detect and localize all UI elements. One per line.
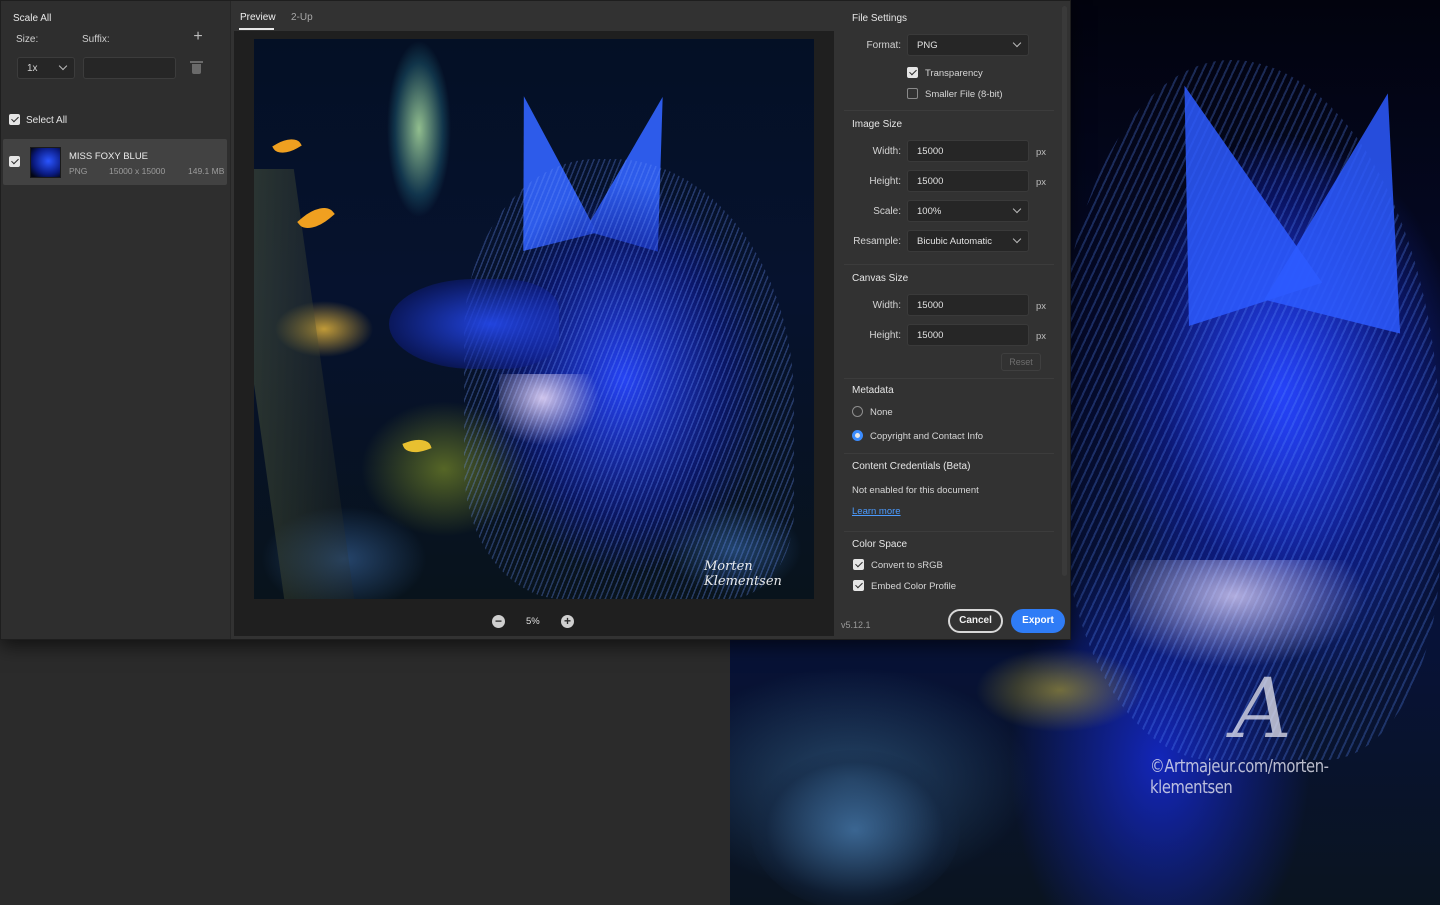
asset-panel: Scale All Size: Suffix: + 1x Select All … bbox=[1, 1, 231, 639]
smaller-file-label: Smaller File (8-bit) bbox=[925, 89, 1003, 100]
divider bbox=[844, 378, 1054, 379]
divider bbox=[844, 453, 1054, 454]
resample-select[interactable]: Bicubic Automatic bbox=[907, 230, 1029, 252]
zoom-in-icon[interactable]: + bbox=[561, 615, 574, 628]
color-space-title: Color Space bbox=[852, 539, 908, 550]
suffix-input[interactable] bbox=[83, 57, 176, 79]
scale-all-title: Scale All bbox=[13, 13, 52, 24]
settings-scrollbar[interactable] bbox=[1062, 6, 1067, 576]
embed-profile-checkbox[interactable] bbox=[853, 580, 864, 591]
preview-area: Morten Klementsen bbox=[234, 31, 834, 636]
convert-srgb-label: Convert to sRGB bbox=[871, 560, 943, 571]
scale-value: 100% bbox=[917, 206, 942, 217]
asset-file-size: 149.1 MB bbox=[188, 166, 225, 176]
chevron-down-icon bbox=[1012, 38, 1022, 48]
scale-select[interactable]: 100% bbox=[907, 200, 1029, 222]
settings-panel: File Settings Format: PNG Transparency S… bbox=[839, 1, 1061, 606]
metadata-title: Metadata bbox=[852, 385, 894, 396]
resample-label: Resample: bbox=[853, 236, 901, 247]
select-all-label: Select All bbox=[26, 115, 68, 126]
scale-label: Scale: bbox=[873, 206, 901, 217]
image-height-label: Height: bbox=[869, 176, 901, 187]
image-height-unit: px bbox=[1036, 177, 1047, 188]
divider bbox=[844, 110, 1054, 111]
format-select[interactable]: PNG bbox=[907, 34, 1029, 56]
resample-value: Bicubic Automatic bbox=[917, 236, 992, 247]
file-settings-title: File Settings bbox=[852, 13, 908, 24]
canvas-height-label: Height: bbox=[869, 330, 901, 341]
chevron-down-icon bbox=[1012, 204, 1022, 214]
zoom-controls: − 5% + bbox=[234, 611, 834, 633]
transparency-checkbox[interactable] bbox=[907, 67, 918, 78]
size-select[interactable]: 1x bbox=[17, 57, 75, 79]
image-height-input[interactable]: 15000 bbox=[907, 170, 1029, 192]
zoom-out-icon[interactable]: − bbox=[492, 615, 505, 628]
artmajeur-logo: A bbox=[1232, 662, 1292, 757]
active-tab-indicator bbox=[239, 28, 274, 30]
size-select-value: 1x bbox=[27, 63, 38, 74]
canvas-width-unit: px bbox=[1036, 301, 1047, 312]
canvas-width-label: Width: bbox=[872, 300, 901, 311]
content-credentials-status: Not enabled for this document bbox=[852, 485, 979, 496]
embed-profile-label: Embed Color Profile bbox=[871, 581, 957, 592]
asset-checkbox[interactable] bbox=[9, 156, 20, 167]
suffix-label: Suffix: bbox=[82, 34, 110, 45]
asset-dimensions: 15000 x 15000 bbox=[109, 166, 166, 176]
size-label: Size: bbox=[16, 34, 39, 45]
transparency-label: Transparency bbox=[925, 68, 983, 79]
chevron-down-icon bbox=[1012, 234, 1022, 244]
asset-format: PNG bbox=[69, 166, 88, 176]
preview-fox-chest bbox=[499, 374, 609, 454]
version-label: v5.12.1 bbox=[841, 620, 871, 630]
metadata-copyright-radio[interactable] bbox=[852, 430, 863, 441]
trash-icon[interactable] bbox=[190, 61, 203, 74]
canvas-width-input[interactable]: 15000 bbox=[907, 294, 1029, 316]
divider bbox=[844, 531, 1054, 532]
divider bbox=[844, 264, 1054, 265]
preview-leaf bbox=[297, 200, 335, 236]
zoom-level: 5% bbox=[526, 616, 540, 627]
export-dialog: Scale All Size: Suffix: + 1x Select All … bbox=[0, 0, 1071, 640]
image-width-label: Width: bbox=[872, 146, 901, 157]
artist-signature: Morten Klementsen bbox=[704, 559, 782, 589]
format-value: PNG bbox=[917, 40, 938, 51]
canvas-height-unit: px bbox=[1036, 331, 1047, 342]
smaller-file-checkbox[interactable] bbox=[907, 88, 918, 99]
add-scale-button[interactable]: + bbox=[190, 29, 206, 45]
cancel-button[interactable]: Cancel bbox=[948, 609, 1003, 633]
chevron-down-icon bbox=[58, 61, 68, 71]
asset-row[interactable]: MISS FOXY BLUE PNG 15000 x 15000 149.1 M… bbox=[3, 139, 227, 185]
image-width-input[interactable]: 15000 bbox=[907, 140, 1029, 162]
metadata-copyright-label: Copyright and Contact Info bbox=[870, 431, 984, 442]
tab-preview[interactable]: Preview bbox=[240, 12, 276, 23]
learn-more-link[interactable]: Learn more bbox=[852, 506, 901, 517]
tab-2-up[interactable]: 2-Up bbox=[291, 12, 313, 23]
image-size-title: Image Size bbox=[852, 119, 903, 130]
preview-leaf bbox=[272, 133, 302, 159]
content-credentials-title: Content Credentials (Beta) bbox=[852, 461, 971, 472]
canvas-size-title: Canvas Size bbox=[852, 273, 909, 284]
convert-srgb-checkbox[interactable] bbox=[853, 559, 864, 570]
asset-thumbnail bbox=[30, 147, 61, 178]
reset-button[interactable]: Reset bbox=[1001, 353, 1041, 371]
format-label: Format: bbox=[866, 40, 901, 51]
asset-name: MISS FOXY BLUE bbox=[69, 151, 149, 162]
preview-fox-snout bbox=[389, 279, 559, 369]
metadata-none-radio[interactable] bbox=[852, 406, 863, 417]
artwork-moss bbox=[750, 750, 960, 905]
preview-leaf bbox=[402, 434, 432, 458]
image-width-unit: px bbox=[1036, 147, 1047, 158]
preview-branch bbox=[254, 169, 355, 599]
export-button[interactable]: Export bbox=[1011, 609, 1065, 633]
watermark-text: ©Artmajeur.com/morten-klementsen bbox=[1150, 756, 1329, 798]
select-all-checkbox[interactable] bbox=[9, 114, 20, 125]
metadata-none-label: None bbox=[870, 407, 893, 418]
canvas-height-input[interactable]: 15000 bbox=[907, 324, 1029, 346]
preview-image[interactable]: Morten Klementsen bbox=[254, 39, 814, 599]
